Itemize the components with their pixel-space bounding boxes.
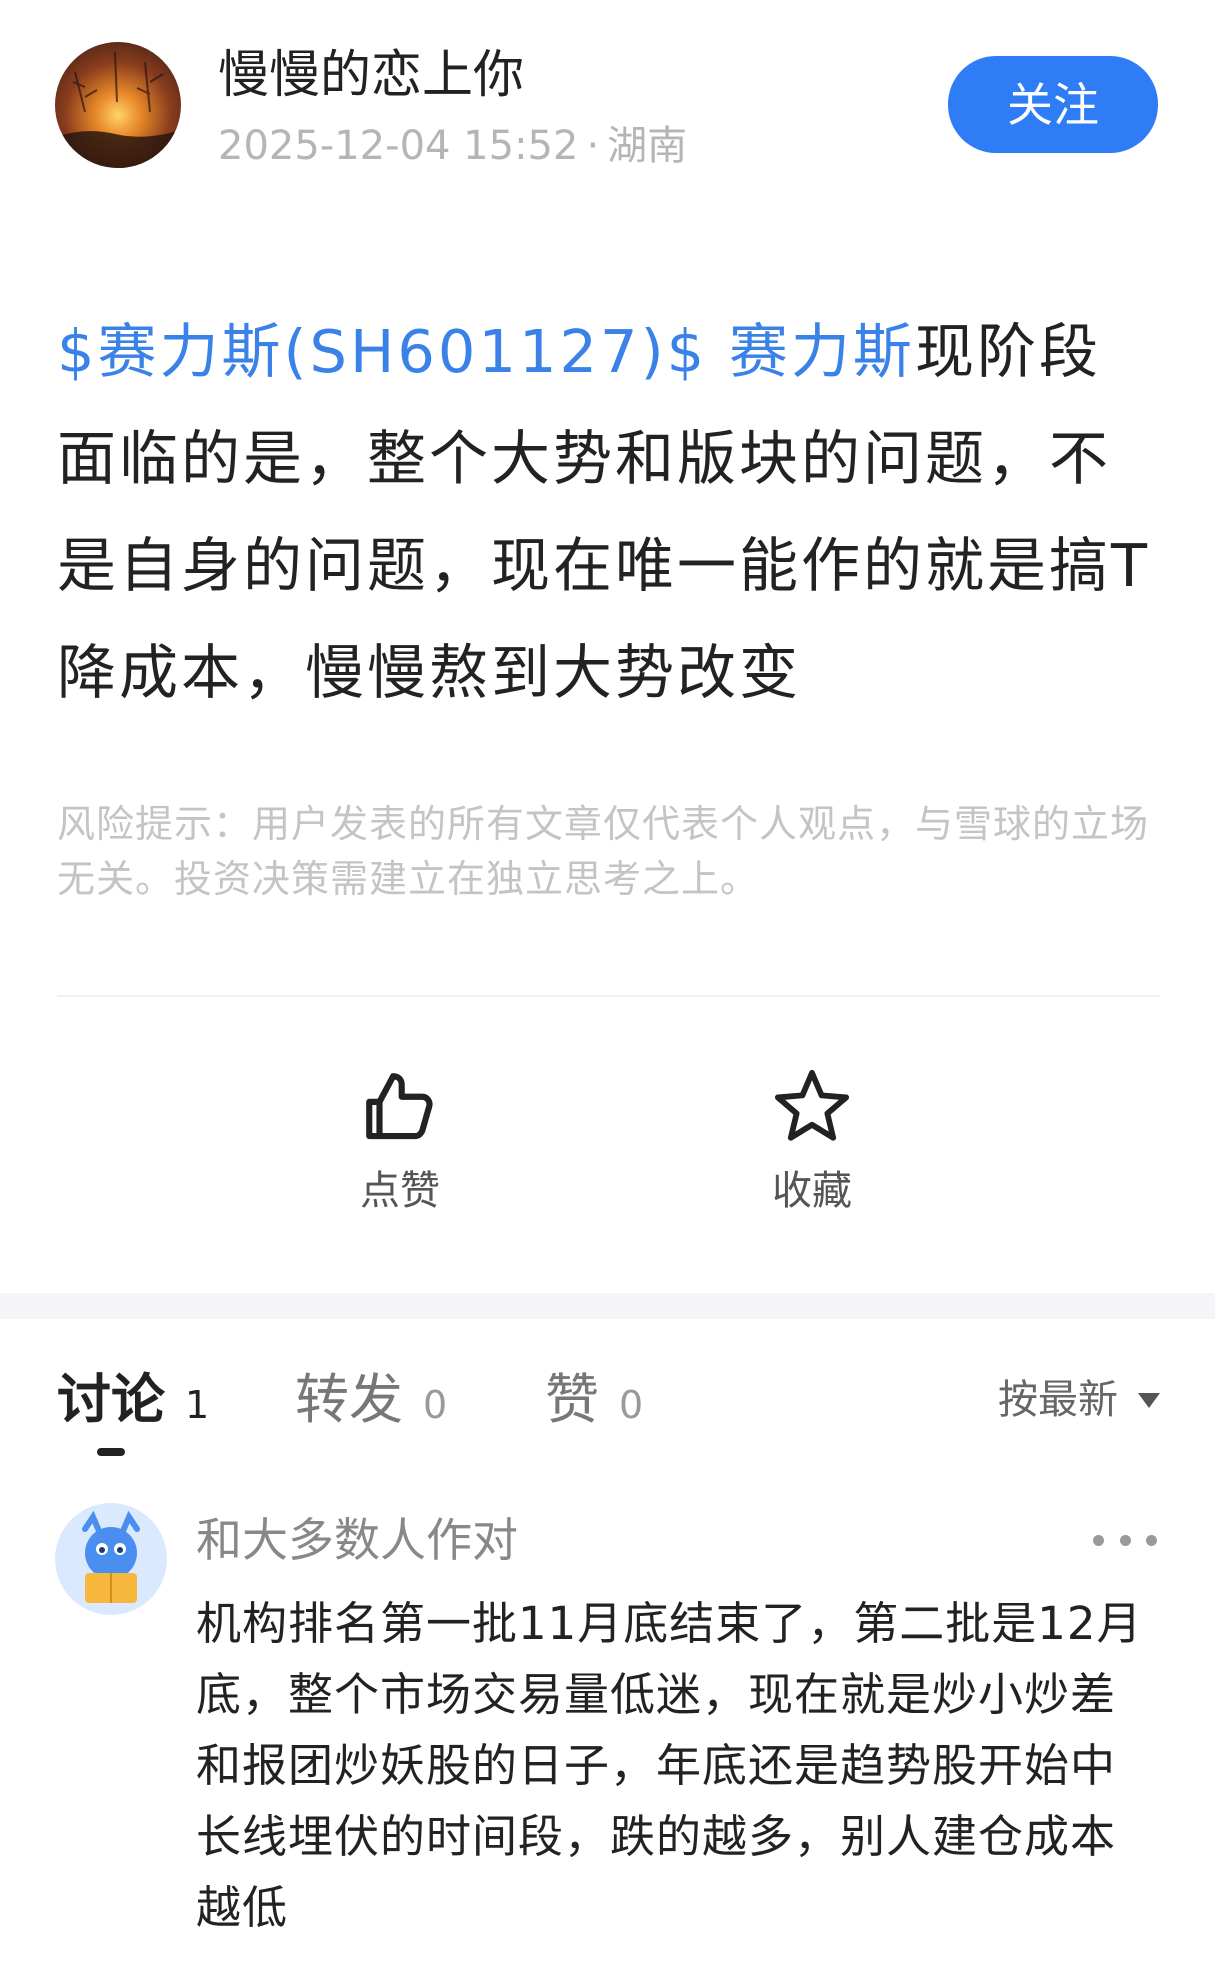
tab-count: 0 (423, 1383, 448, 1427)
caret-down-icon (1138, 1392, 1160, 1408)
risk-notice: 风险提示：用户发表的所有文章仅代表个人观点，与雪球的立场无关。投资决策需建立在独… (57, 802, 1150, 901)
more-dots-icon[interactable] (1093, 1525, 1157, 1555)
like-button[interactable]: 点赞 (320, 1066, 480, 1216)
sort-dropdown[interactable]: 按最新 (998, 1368, 1160, 1432)
author-name[interactable]: 慢慢的恋上你 (218, 44, 524, 108)
tab-label: 转发 (295, 1368, 403, 1431)
tab-count: 1 (185, 1383, 210, 1427)
tab-count: 0 (619, 1383, 644, 1427)
favorite-label: 收藏 (772, 1168, 852, 1214)
stock-name-link[interactable]: 赛力斯 (729, 317, 915, 386)
section-separator (0, 1293, 1215, 1319)
author-avatar[interactable] (55, 42, 181, 168)
commenter-avatar[interactable] (55, 1503, 167, 1615)
tab-likes[interactable]: 赞 0 (545, 1360, 643, 1440)
post-datetime: 2025-12-04 15:52 (218, 123, 579, 169)
post-location: 湖南 (607, 123, 688, 169)
commenter-name[interactable]: 和大多数人作对 (196, 1510, 518, 1570)
comment-text: 机构排名第一批11月底结束了，第二批是12月底，整个市场交易量低迷，现在就是炒小… (196, 1597, 1143, 1934)
stock-link[interactable]: $赛力斯(SH601127)$ (57, 317, 707, 386)
active-tab-indicator (97, 1448, 125, 1456)
thumbs-up-icon (366, 1073, 433, 1140)
favorite-button[interactable]: 收藏 (732, 1066, 892, 1216)
post-content: $赛力斯(SH601127)$ 赛力斯现阶段面临的是，整个大势和版块的问题，不是… (57, 298, 1161, 726)
tab-discussion[interactable]: 讨论 1 (57, 1360, 209, 1440)
divider (57, 995, 1160, 997)
star-icon (774, 1069, 850, 1141)
sort-label: 按最新 (998, 1377, 1118, 1423)
follow-button[interactable]: 关注 (948, 56, 1158, 153)
meta-separator: · (586, 123, 600, 169)
post-header: 慢慢的恋上你 2025-12-04 15:52 · 湖南 关注 (0, 0, 1215, 230)
comment-tabs: 讨论 1 转发 0 赞 0 按最新 (0, 1360, 1215, 1460)
tab-label: 赞 (545, 1368, 599, 1431)
like-label: 点赞 (360, 1168, 440, 1214)
post-meta: 2025-12-04 15:52 · 湖南 (218, 118, 687, 174)
tab-label: 讨论 (57, 1368, 165, 1431)
tab-repost[interactable]: 转发 0 (295, 1360, 447, 1440)
